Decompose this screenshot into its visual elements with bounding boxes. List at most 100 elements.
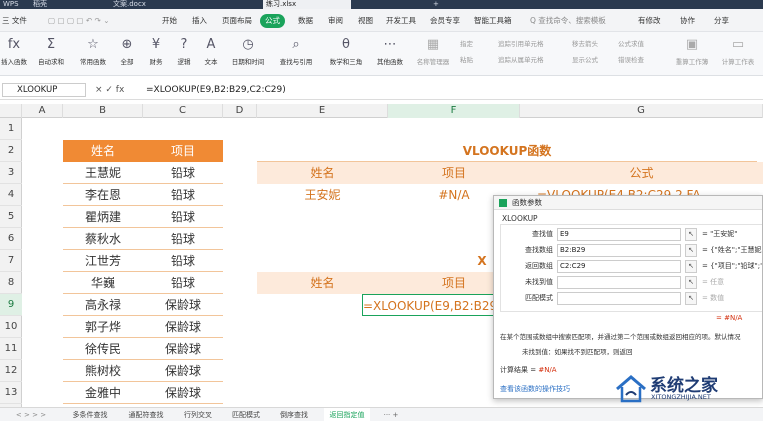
row-13[interactable]: 13 <box>0 382 22 404</box>
sheet-tab[interactable]: 匹配模式 <box>226 408 266 422</box>
evaluate-formula-button[interactable]: 公式求值 <box>618 38 644 50</box>
remove-arrows-button[interactable]: 移去箭头 <box>572 38 598 50</box>
sheet-tab[interactable]: 倒序查找 <box>274 408 314 422</box>
search-box[interactable]: Q 查找命令、搜索模板 <box>530 14 606 28</box>
column-d[interactable]: D <box>223 104 257 118</box>
formula-input[interactable]: =XLOOKUP(E9,B2:B29,C2:C29) <box>146 83 286 97</box>
logical-button[interactable]: ? 逻辑 <box>170 34 198 74</box>
other-functions-button[interactable]: ⋯ 其他函数 <box>372 34 408 74</box>
financial-button[interactable]: ¥ 财务 <box>142 34 170 74</box>
range-select-icon[interactable]: ↖ <box>685 260 697 273</box>
return-array-input[interactable]: C2:C29 <box>557 260 681 273</box>
table-row-project[interactable]: 铅球 <box>143 250 223 272</box>
column-c[interactable]: C <box>143 104 223 118</box>
table-row-name[interactable]: 金雅中 <box>63 382 143 404</box>
row-9[interactable]: 9 <box>0 294 22 316</box>
table-row-name[interactable]: 蔡秋水 <box>63 228 143 250</box>
table-row-project[interactable]: 保龄球 <box>143 360 223 382</box>
header-project[interactable]: 项目 <box>143 140 223 162</box>
table-row-project[interactable]: 铅球 <box>143 162 223 184</box>
table-row-name[interactable]: 郭子烨 <box>63 316 143 338</box>
table-row-project[interactable]: 铅球 <box>143 184 223 206</box>
table-row-name[interactable]: 王慧妮 <box>63 162 143 184</box>
column-b[interactable]: B <box>63 104 143 118</box>
wps-logo[interactable]: WPS <box>0 0 24 9</box>
dialog-title[interactable]: 函数参数 <box>494 196 762 210</box>
name-manager-button[interactable]: ▦ 名称管理器 <box>416 34 450 74</box>
table-row-project[interactable]: 铅球 <box>143 228 223 250</box>
recalc-workbook-button[interactable]: ▣ 重算工作簿 <box>672 34 712 74</box>
column-g[interactable]: G <box>520 104 763 118</box>
row-5[interactable]: 5 <box>0 206 22 228</box>
table-row-project[interactable]: 保龄球 <box>143 382 223 404</box>
tab-doc[interactable]: 文案.docx <box>110 0 180 9</box>
menu-insert[interactable]: 插入 <box>192 14 207 28</box>
all-functions-button[interactable]: ⊕ 全部 <box>114 34 140 74</box>
menu-developer[interactable]: 开发工具 <box>386 14 416 28</box>
row-8[interactable]: 8 <box>0 272 22 294</box>
text-button[interactable]: A 文本 <box>198 34 224 74</box>
sheet-tab[interactable]: 多条件查找 <box>66 408 114 422</box>
common-functions-button[interactable]: ☆ 常用函数 <box>74 34 112 74</box>
match-mode-input[interactable] <box>557 292 681 305</box>
menu-review[interactable]: 审阅 <box>328 14 343 28</box>
lookup-value-input[interactable]: E9 <box>557 228 681 241</box>
status-modified[interactable]: 有修改 <box>638 14 661 28</box>
row-11[interactable]: 11 <box>0 338 22 360</box>
menu-data[interactable]: 数据 <box>298 14 313 28</box>
tab-home[interactable]: 稻壳 <box>30 0 70 9</box>
column-f[interactable]: F <box>388 104 520 118</box>
math-trig-button[interactable]: θ 数学和三角 <box>322 34 370 74</box>
lookup-reference-button[interactable]: ⌕ 查找与引用 <box>274 34 318 74</box>
sheet-nav-buttons[interactable]: < > > > <box>2 408 60 422</box>
menu-member[interactable]: 会员专享 <box>430 14 460 28</box>
range-select-icon[interactable]: ↖ <box>685 276 697 289</box>
row-2[interactable]: 2 <box>0 140 22 162</box>
row-10[interactable]: 10 <box>0 316 22 338</box>
row-3[interactable]: 3 <box>0 162 22 184</box>
table-row-project[interactable]: 保龄球 <box>143 294 223 316</box>
column-a[interactable]: A <box>22 104 63 118</box>
datetime-button[interactable]: ◷ 日期和时间 <box>226 34 270 74</box>
menu-home[interactable]: 开始 <box>162 14 177 28</box>
new-tab-button[interactable]: + <box>430 0 442 9</box>
header-name[interactable]: 姓名 <box>63 140 143 162</box>
autosum-button[interactable]: Σ 自动求和 <box>32 34 70 74</box>
paste-name-button[interactable]: 粘贴 <box>460 54 473 66</box>
formula-bar-icons[interactable]: × ✓ fx <box>95 83 124 97</box>
table-row-project[interactable]: 保龄球 <box>143 316 223 338</box>
column-e[interactable]: E <box>257 104 388 118</box>
sheet-tab-active[interactable]: 返回指定值 <box>324 408 370 422</box>
table-row-project[interactable]: 保龄球 <box>143 338 223 360</box>
table-row-name[interactable]: 徐传民 <box>63 338 143 360</box>
range-select-icon[interactable]: ↖ <box>685 244 697 257</box>
vlookup-label-name[interactable]: 姓名 <box>257 162 388 184</box>
lookup-array-input[interactable]: B2:B29 <box>557 244 681 257</box>
add-sheet-button[interactable]: ··· + <box>376 408 406 422</box>
sheet-tab[interactable]: 通配符查找 <box>122 408 170 422</box>
insert-function-button[interactable]: fx 插入函数 <box>0 34 28 74</box>
error-check-button[interactable]: 错误检查 <box>618 54 644 66</box>
table-row-project[interactable]: 铅球 <box>143 206 223 228</box>
if-not-found-input[interactable] <box>557 276 681 289</box>
row-7[interactable]: 7 <box>0 250 22 272</box>
vlookup-title[interactable]: VLOOKUP函数 <box>257 140 757 162</box>
trace-dependents-button[interactable]: 追踪从属单元格 <box>498 54 544 66</box>
menu-view[interactable]: 视图 <box>358 14 373 28</box>
row-6[interactable]: 6 <box>0 228 22 250</box>
vlookup-value-name[interactable]: 王安妮 <box>257 184 388 206</box>
function-tips-link[interactable]: 查看该函数的操作技巧 <box>500 384 570 394</box>
table-row-project[interactable]: 铅球 <box>143 272 223 294</box>
range-select-icon[interactable]: ↖ <box>685 228 697 241</box>
share-button[interactable]: 分享 <box>714 14 729 28</box>
select-all-corner[interactable] <box>0 104 22 118</box>
quick-access-icons[interactable]: ▢ ▢ ▢ ▢ ↶ ↷ ⌄ <box>48 14 110 28</box>
menu-file[interactable]: 三 文件 <box>2 14 27 28</box>
define-name-button[interactable]: 指定 <box>460 38 473 50</box>
menu-smart-toolbox[interactable]: 智能工具箱 <box>474 14 512 28</box>
row-4[interactable]: 4 <box>0 184 22 206</box>
sheet-tab[interactable]: 行列交叉 <box>178 408 218 422</box>
table-row-name[interactable]: 李在恩 <box>63 184 143 206</box>
row-12[interactable]: 12 <box>0 360 22 382</box>
vlookup-label-project[interactable]: 项目 <box>388 162 520 184</box>
